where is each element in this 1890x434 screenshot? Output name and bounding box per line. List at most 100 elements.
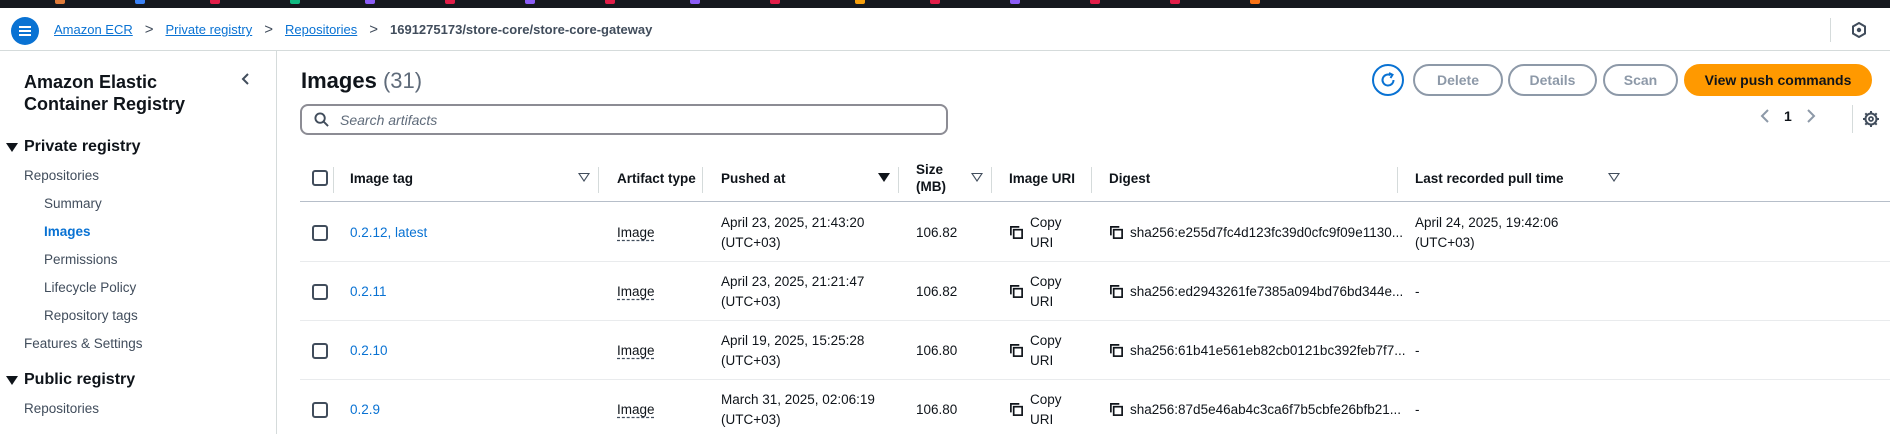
checkbox[interactable]: [312, 342, 328, 359]
copy-icon[interactable]: [1109, 225, 1124, 240]
pushed-at-cell: March 31, 2025, 02:06:19 (UTC+03): [721, 380, 875, 434]
image-tag-link[interactable]: 0.2.11: [350, 284, 387, 299]
refresh-button[interactable]: [1372, 64, 1404, 96]
breadcrumb-amazon-ecr[interactable]: Amazon ECR: [54, 22, 133, 37]
hexagon-settings-icon[interactable]: [1851, 22, 1867, 38]
tab-color-marker: [1090, 0, 1100, 4]
column-divider: [898, 167, 899, 193]
copy-uri-button[interactable]: Copy URI: [1009, 321, 1062, 380]
select-all-checkbox[interactable]: [312, 154, 328, 202]
copy-icon[interactable]: [1109, 402, 1124, 417]
search-icon: [314, 112, 329, 127]
artifact-type[interactable]: Image: [617, 402, 655, 417]
size-cell: 106.82: [916, 262, 957, 321]
images-count: (31): [382, 68, 423, 93]
tab-color-marker: [1010, 0, 1020, 4]
copy-icon: [1010, 403, 1023, 416]
hamburger-icon: [19, 30, 31, 32]
checkbox[interactable]: [312, 283, 328, 300]
gear-icon[interactable]: [1862, 110, 1880, 128]
sidebar-item-repositories[interactable]: Repositories: [24, 168, 99, 183]
delete-button[interactable]: Delete: [1413, 64, 1503, 96]
col-pushed-at[interactable]: Pushed at: [721, 154, 899, 202]
breadcrumb-current: 1691275173/store-core/store-core-gateway: [390, 22, 653, 37]
table-row: 0.2.9 Image March 31, 2025, 02:06:19 (UTC+0…: [300, 380, 1890, 434]
scan-button[interactable]: Scan: [1603, 64, 1678, 96]
page-number[interactable]: 1: [1784, 108, 1792, 124]
copy-uri-button[interactable]: Copy URI: [1009, 380, 1062, 434]
column-divider: [1397, 167, 1398, 193]
sidebar-item-permissions[interactable]: Permissions: [44, 252, 118, 267]
artifact-type-cell: Image: [617, 203, 655, 262]
copy-icon[interactable]: [1109, 343, 1124, 358]
row-select-checkbox[interactable]: [312, 380, 328, 434]
checkbox[interactable]: [312, 401, 328, 418]
column-divider: [991, 167, 992, 193]
table-row: 0.2.12, latest Image April 23, 2025, 21:43…: [300, 203, 1890, 262]
search-input[interactable]: [340, 111, 920, 128]
copy-uri-label: Copy URI: [1030, 332, 1062, 368]
tab-color-marker: [445, 0, 455, 4]
chevron-left-icon[interactable]: [1760, 109, 1770, 123]
col-label: Image tag: [350, 170, 414, 186]
col-image-tag[interactable]: Image tag: [350, 154, 598, 202]
artifact-type-cell: Image: [617, 321, 655, 380]
copy-icon: [1010, 226, 1023, 239]
artifact-type[interactable]: Image: [617, 343, 655, 358]
main-content: Images (31) Delete Details Scan View pus…: [278, 51, 1890, 434]
tab-color-marker: [55, 0, 65, 4]
sidebar-section-public-registry[interactable]: Public registry: [6, 371, 135, 389]
row-select-checkbox[interactable]: [312, 262, 328, 321]
chevron-left-icon[interactable]: [238, 71, 254, 87]
sidebar-item-repository-tags[interactable]: Repository tags: [44, 308, 138, 323]
copy-uri-button[interactable]: Copy URI: [1009, 203, 1062, 262]
col-size[interactable]: Size (MB): [916, 154, 991, 202]
breadcrumb-private-registry[interactable]: Private registry: [166, 22, 253, 37]
chevron-right-icon[interactable]: [1806, 109, 1816, 123]
artifact-type[interactable]: Image: [617, 284, 655, 299]
row-select-checkbox[interactable]: [312, 203, 328, 262]
image-tag-link[interactable]: 0.2.10: [350, 343, 388, 358]
tab-color-marker: [605, 0, 615, 4]
caret-down-icon: [6, 375, 18, 385]
breadcrumb-repositories[interactable]: Repositories: [285, 22, 357, 37]
copy-uri-button[interactable]: Copy URI: [1009, 262, 1062, 321]
pushed-at-tz: (UTC+03): [721, 293, 781, 309]
sidebar-section-private-registry[interactable]: Private registry: [6, 138, 141, 156]
menu-toggle-button[interactable]: [11, 17, 39, 45]
tab-color-marker: [930, 0, 940, 4]
caret-down-icon: [6, 142, 18, 152]
sidebar-item-public-repositories[interactable]: Repositories: [24, 401, 99, 416]
sidebar-section-label: Public registry: [24, 371, 136, 388]
digest-value: sha256:61b41e561eb82cb0121bc392feb7f7...: [1130, 343, 1406, 358]
last-pull-date: -: [1415, 283, 1420, 299]
copy-icon: [1010, 285, 1023, 298]
sidebar-item-features-settings[interactable]: Features & Settings: [24, 336, 143, 351]
col-label: Digest: [1109, 170, 1151, 186]
artifact-type-cell: Image: [617, 380, 655, 434]
digest-cell: sha256:61b41e561eb82cb0121bc392feb7f7...: [1109, 321, 1430, 380]
search-field[interactable]: [300, 104, 948, 135]
digest-value: sha256:e255d7fc4d123fc39d0cfc9f09e1130..…: [1130, 225, 1403, 240]
col-label: Last recorded pull time: [1415, 170, 1564, 186]
browser-top-strip: [0, 0, 1890, 8]
col-label: Size (MB): [916, 162, 946, 194]
details-button[interactable]: Details: [1508, 64, 1597, 96]
checkbox[interactable]: [312, 170, 328, 186]
col-last-pull[interactable]: Last recorded pull time: [1415, 154, 1621, 202]
image-tag-cell: 0.2.9: [350, 380, 380, 434]
copy-icon[interactable]: [1109, 284, 1124, 299]
sidebar-item-lifecycle-policy[interactable]: Lifecycle Policy: [44, 280, 136, 295]
col-digest: Digest: [1109, 154, 1150, 202]
image-tag-link[interactable]: 0.2.9: [350, 402, 380, 417]
sort-icon: [971, 173, 983, 182]
size-cell: 106.82: [916, 203, 957, 262]
sidebar-item-summary[interactable]: Summary: [44, 196, 102, 211]
image-tag-link[interactable]: 0.2.12, latest: [350, 225, 427, 240]
sidebar-item-images[interactable]: Images: [44, 224, 91, 239]
artifact-type[interactable]: Image: [617, 225, 655, 240]
checkbox[interactable]: [312, 224, 328, 241]
row-select-checkbox[interactable]: [312, 321, 328, 380]
view-push-commands-button[interactable]: View push commands: [1684, 64, 1872, 96]
pushed-at-date: April 19, 2025, 15:25:28: [721, 332, 865, 348]
